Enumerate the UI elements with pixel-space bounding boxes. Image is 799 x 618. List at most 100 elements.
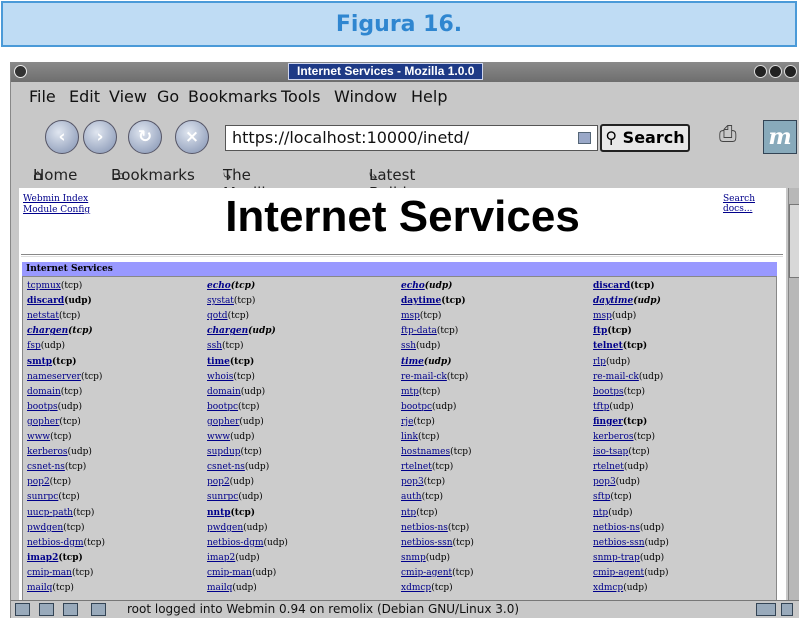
service-entry[interactable]: pwdgen(udp) [207,523,267,533]
service-link[interactable]: gopher [207,417,239,427]
service-link[interactable]: kerberos [593,432,634,442]
minimize-icon[interactable] [754,65,767,78]
service-link[interactable]: gopher [27,417,59,427]
service-entry[interactable]: ftp(tcp) [593,326,632,336]
composer-icon[interactable] [63,603,78,616]
service-entry[interactable]: chargen(udp) [207,326,276,336]
service-link[interactable]: link [401,432,418,442]
service-link[interactable]: uucp-path [27,508,73,518]
service-link[interactable]: ntp [401,508,416,518]
service-link[interactable]: ssh [207,341,222,351]
back-button[interactable]: ‹ [45,120,79,154]
service-entry[interactable]: xdmcp(tcp) [401,583,453,593]
service-entry[interactable]: nntp(tcp) [207,508,255,518]
menu-view[interactable]: View [109,87,147,106]
service-link[interactable]: ftp-data [401,326,437,336]
service-link[interactable]: mtp [401,387,419,397]
service-entry[interactable]: domain(tcp) [27,387,82,397]
service-link[interactable]: netbios-ssn [593,538,645,548]
service-link[interactable]: www [27,432,50,442]
service-link[interactable]: systat [207,296,234,306]
service-link[interactable]: bootps [27,402,58,412]
mail-icon[interactable] [39,603,54,616]
service-link[interactable]: rtelnet [401,462,432,472]
maximize-icon[interactable] [769,65,782,78]
service-entry[interactable]: rje(tcp) [401,417,435,427]
service-link[interactable]: tcpmux [27,281,61,291]
service-link[interactable]: snmp [401,553,426,563]
service-entry[interactable]: fsp(udp) [27,341,65,351]
service-link[interactable]: kerberos [27,447,68,457]
service-entry[interactable]: ntp(tcp) [401,508,438,518]
service-link[interactable]: rje [401,417,413,427]
service-link[interactable]: daytime [593,296,633,306]
menu-file[interactable]: File [29,87,56,106]
service-link[interactable]: echo [401,281,425,291]
service-entry[interactable]: systat(tcp) [207,296,255,306]
menu-tools[interactable]: Tools [281,87,320,106]
service-entry[interactable]: www(udp) [207,432,254,442]
service-entry[interactable]: nameserver(tcp) [27,372,102,382]
service-link[interactable]: mailq [207,583,232,593]
service-entry[interactable]: cmip-agent(tcp) [401,568,474,578]
mozilla-throbber-icon[interactable]: m [763,120,797,154]
service-entry[interactable]: www(tcp) [27,432,72,442]
print-icon[interactable]: ⎙ [719,122,749,152]
service-entry[interactable]: cmip-man(tcp) [27,568,93,578]
service-link[interactable]: daytime [401,296,441,306]
service-entry[interactable]: mtp(tcp) [401,387,440,397]
service-link[interactable]: finger [593,417,623,427]
service-link[interactable]: xdmcp [593,583,623,593]
service-link[interactable]: netbios-dgm [207,538,264,548]
service-entry[interactable]: ssh(udp) [401,341,440,351]
service-link[interactable]: netbios-ssn [401,538,453,548]
service-entry[interactable]: msp(udp) [593,311,636,321]
url-field[interactable]: https://localhost:10000/inetd/ [225,125,598,151]
service-entry[interactable]: bootps(udp) [27,402,82,412]
search-docs-link[interactable]: Search docs... [723,194,786,214]
online-indicator-icon[interactable] [756,603,776,616]
service-entry[interactable]: csnet-ns(tcp) [27,462,86,472]
service-entry[interactable]: kerberos(udp) [27,447,92,457]
service-link[interactable]: rtelnet [593,462,624,472]
service-entry[interactable]: netbios-dgm(udp) [207,538,288,548]
service-link[interactable]: cmip-agent [593,568,644,578]
url-dropdown-icon[interactable] [578,132,591,144]
service-link[interactable]: domain [207,387,241,397]
service-entry[interactable]: discard(tcp) [593,281,655,291]
window-menu-icon[interactable] [14,65,27,78]
service-link[interactable]: hostnames [401,447,450,457]
service-link[interactable]: netbios-ns [401,523,448,533]
service-link[interactable]: cmip-agent [401,568,452,578]
service-link[interactable]: telnet [593,341,623,351]
service-link[interactable]: pwdgen [27,523,63,533]
service-entry[interactable]: netbios-ns(tcp) [401,523,469,533]
vertical-scrollbar[interactable] [788,188,799,600]
service-entry[interactable]: ftp-data(tcp) [401,326,458,336]
menu-window[interactable]: Window [334,87,397,106]
service-entry[interactable]: pop3(udp) [593,477,640,487]
service-entry[interactable]: bootps(tcp) [593,387,645,397]
service-link[interactable]: sunrpc [207,492,238,502]
service-link[interactable]: re-mail-ck [401,372,447,382]
service-entry[interactable]: daytime(tcp) [401,296,466,306]
service-link[interactable]: discard [593,281,630,291]
service-link[interactable]: fsp [27,341,41,351]
service-entry[interactable]: whois(tcp) [207,372,255,382]
security-lock-icon[interactable] [781,603,793,616]
service-link[interactable]: pop2 [27,477,50,487]
service-link[interactable]: mailq [27,583,52,593]
forward-button[interactable]: › [83,120,117,154]
service-entry[interactable]: msp(tcp) [401,311,441,321]
service-entry[interactable]: finger(tcp) [593,417,647,427]
service-link[interactable]: netstat [27,311,59,321]
service-link[interactable]: bootps [593,387,624,397]
service-entry[interactable]: telnet(tcp) [593,341,647,351]
service-entry[interactable]: netstat(tcp) [27,311,80,321]
menu-help[interactable]: Help [411,87,447,106]
service-entry[interactable]: supdup(tcp) [207,447,262,457]
service-entry[interactable]: echo(tcp) [207,281,255,291]
service-link[interactable]: pwdgen [207,523,243,533]
service-link[interactable]: nntp [207,508,231,518]
service-link[interactable]: nameserver [27,372,81,382]
